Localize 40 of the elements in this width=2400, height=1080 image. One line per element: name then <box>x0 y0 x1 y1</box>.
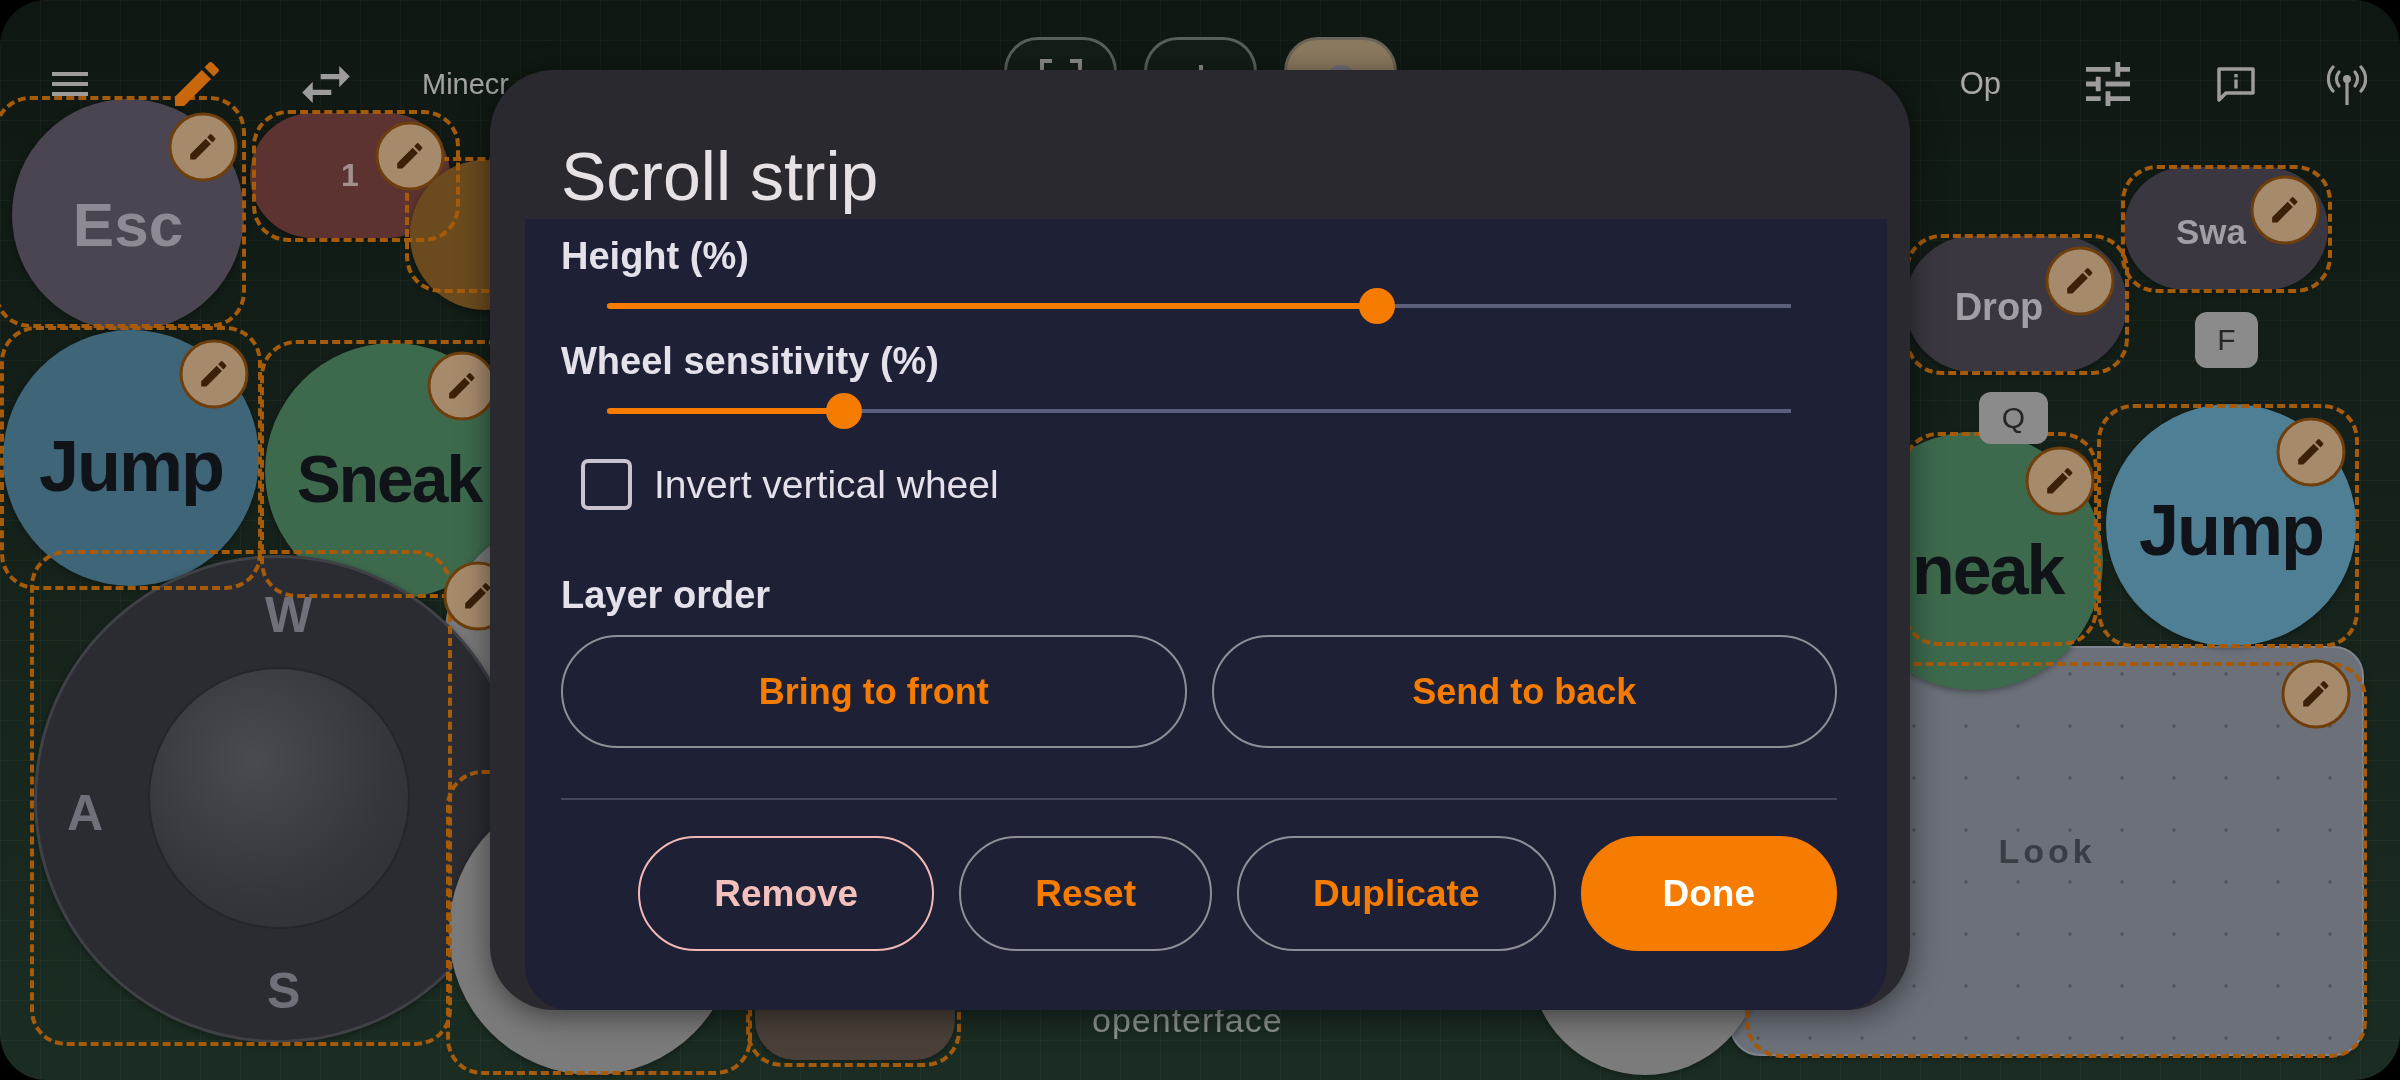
menu-icon[interactable] <box>52 72 88 96</box>
slider-thumb[interactable] <box>1358 288 1395 324</box>
section-title: Layer order <box>561 573 771 617</box>
pencil-icon[interactable] <box>2276 417 2346 487</box>
checkbox[interactable] <box>581 459 632 510</box>
key-hint: Q <box>1979 392 2048 444</box>
slider-thumb[interactable] <box>825 393 862 429</box>
layout-title: Minecr <box>422 67 509 101</box>
key-hint: F <box>2195 312 2258 368</box>
primary-button[interactable]: Done <box>1580 836 1837 951</box>
layer-button[interactable]: Bring to front <box>561 635 1187 748</box>
toolbar-button[interactable] <box>1004 37 1117 71</box>
info-icon[interactable] <box>2216 65 2256 103</box>
action-button[interactable]: Reset <box>959 836 1212 951</box>
action-button[interactable]: Remove <box>638 836 935 951</box>
brand-name: openterface <box>1092 1000 1283 1040</box>
round-button[interactable]: Esc <box>12 99 244 331</box>
pencil-icon[interactable] <box>2025 446 2095 516</box>
layer-button[interactable]: Send to back <box>1211 635 1837 748</box>
toolbar-button[interactable] <box>1284 37 1397 71</box>
setting-label: Height (%) <box>561 234 749 278</box>
pencil-icon[interactable] <box>2250 175 2320 245</box>
pencil-icon[interactable] <box>375 121 445 191</box>
checkbox-label: Invert vertical wheel <box>654 462 999 507</box>
setting-label: Wheel sensitivity (%) <box>561 339 939 383</box>
direction-label: A <box>67 788 104 838</box>
pencil-icon[interactable] <box>179 339 249 409</box>
action-button[interactable]: Duplicate <box>1236 836 1556 951</box>
antenna-icon[interactable] <box>2327 63 2367 105</box>
pencil-icon[interactable] <box>2045 246 2115 316</box>
direction-label: S <box>267 966 301 1016</box>
corners-icon <box>1039 59 1082 71</box>
pencil-icon[interactable] <box>2281 659 2351 729</box>
round-button[interactable]: Jump <box>2106 404 2356 646</box>
pencil-icon[interactable] <box>175 62 219 106</box>
sliders-icon[interactable] <box>2086 62 2130 106</box>
swap-arrows-icon[interactable] <box>302 65 350 103</box>
pencil-icon[interactable] <box>168 112 238 182</box>
toolbar-label[interactable]: Op <box>1959 66 2001 102</box>
round-button[interactable]: Jump <box>3 330 259 586</box>
